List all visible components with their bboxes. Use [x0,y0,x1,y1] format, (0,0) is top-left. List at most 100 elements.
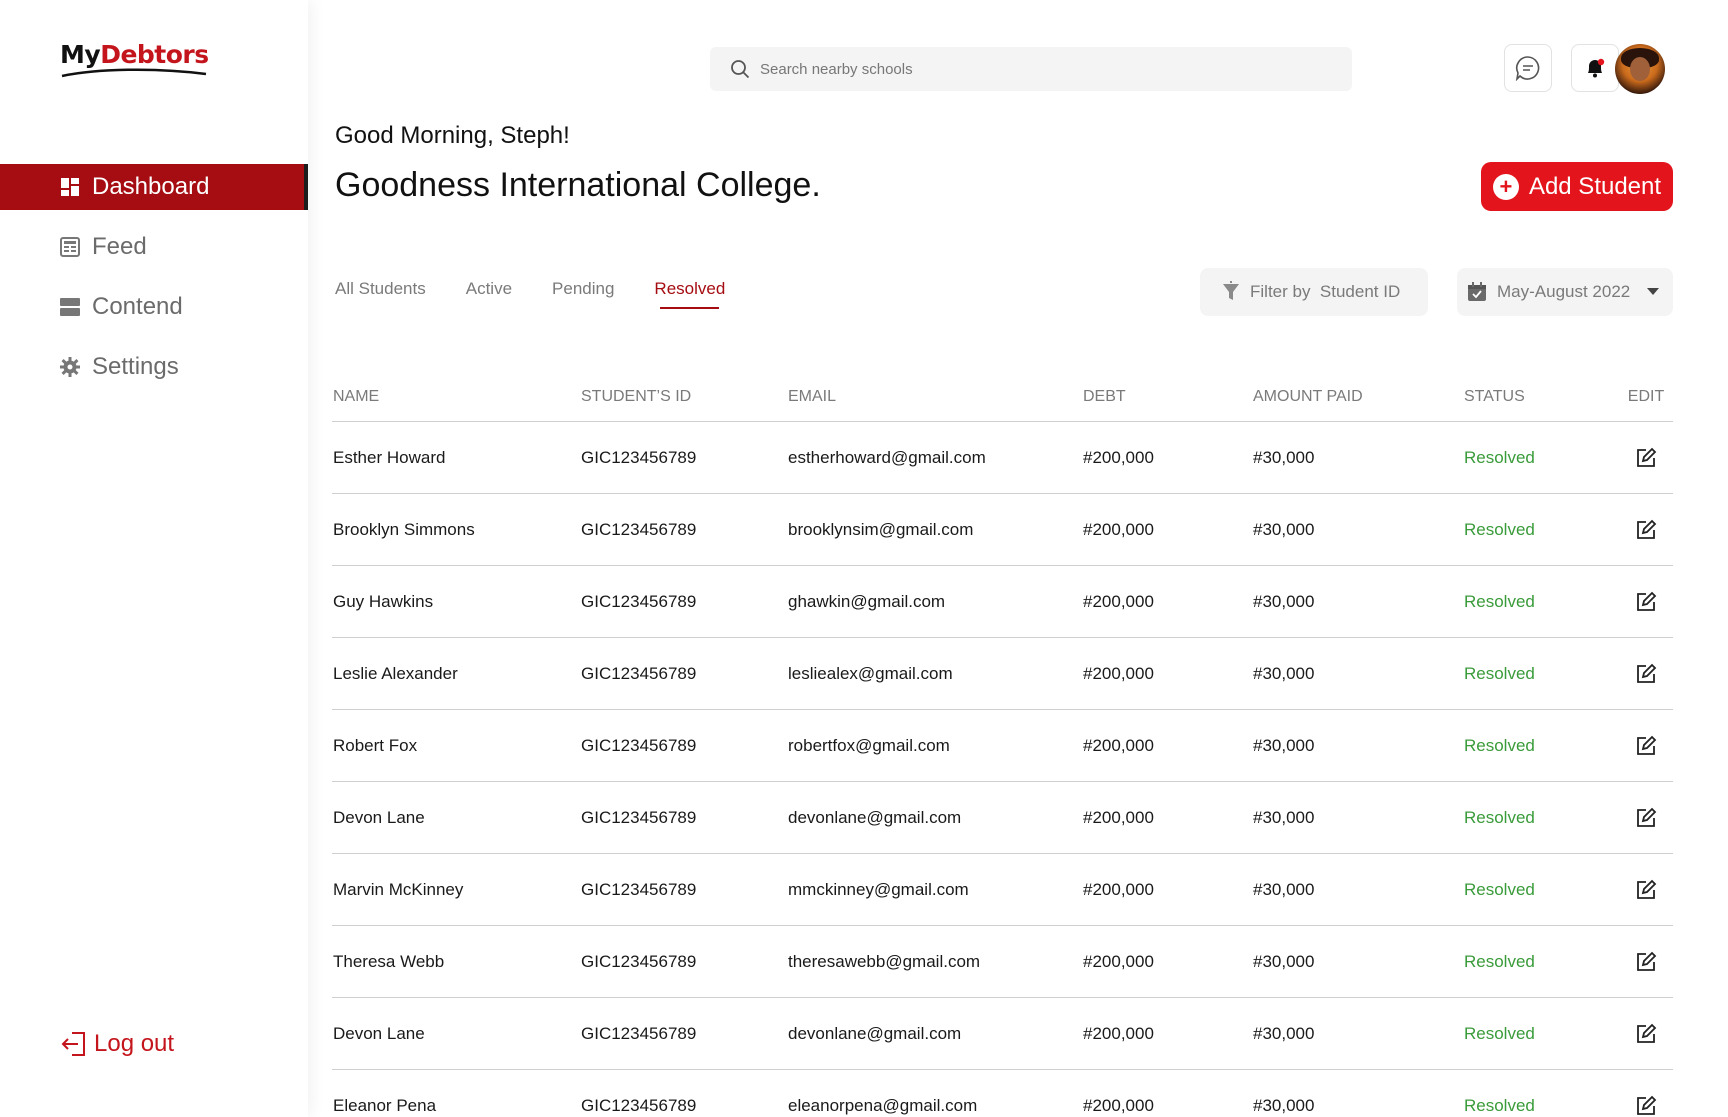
sidebar-item-label: Dashboard [92,173,210,200]
edit-button[interactable] [1635,663,1657,685]
cell-student-id: GIC123456789 [581,1023,697,1043]
edit-icon [1637,951,1657,971]
contend-icon [60,297,80,317]
table-row[interactable]: Guy Hawkins GIC123456789 ghawkin@gmail.c… [332,566,1673,638]
tab-resolved[interactable]: Resolved [654,279,725,309]
cell-name: Marvin McKinney [333,879,464,899]
cell-amount-paid: #30,000 [1253,1095,1315,1115]
cell-student-id: GIC123456789 [581,447,697,467]
edit-button[interactable] [1635,1023,1657,1045]
date-range-select[interactable]: May-August 2022 [1457,268,1673,316]
status-badge: Resolved [1464,447,1535,467]
cell-email[interactable]: brooklynsim@gmail.com [788,520,1083,540]
table-row[interactable]: Theresa Webb GIC123456789 theresawebb@gm… [332,926,1673,998]
cell-name: Theresa Webb [333,951,445,971]
tab-all-students[interactable]: All Students [335,279,426,309]
status-badge: Resolved [1464,1095,1535,1115]
search-input[interactable] [760,60,1320,78]
tab-pending[interactable]: Pending [552,279,614,309]
column-header-amount-paid[interactable]: AMOUNT PAID [1253,388,1464,406]
cell-email[interactable]: estherhoward@gmail.com [788,448,1083,468]
column-header-email[interactable]: EMAIL [788,388,1083,406]
table-header: NAME STUDENT’S ID EMAIL DEBT AMOUNT PAID… [332,372,1673,422]
sidebar-nav: Dashboard Feed Contend Settings [0,164,308,404]
cell-amount-paid: #30,000 [1253,591,1315,611]
status-badge: Resolved [1464,519,1535,539]
cell-email[interactable]: theresawebb@gmail.com [788,952,1083,972]
cell-student-id: GIC123456789 [581,951,697,971]
table-row[interactable]: Brooklyn Simmons GIC123456789 brooklynsi… [332,494,1673,566]
logo-rest: Debtors [100,40,209,69]
column-header-debt[interactable]: DEBT [1083,388,1253,406]
cell-amount-paid: #30,000 [1253,951,1315,971]
filter-by-student-id[interactable]: Filter by Student ID [1200,268,1428,316]
table-row[interactable]: Leslie Alexander GIC123456789 lesliealex… [332,638,1673,710]
column-header-status[interactable]: STATUS [1464,388,1619,406]
status-badge: Resolved [1464,663,1535,683]
column-header-name[interactable]: NAME [332,388,581,406]
messages-button[interactable] [1504,44,1552,92]
sidebar-item-label: Contend [92,293,183,320]
cell-name: Guy Hawkins [333,591,434,611]
feed-icon [60,237,80,257]
edit-icon [1637,447,1657,467]
cell-amount-paid: #30,000 [1253,807,1315,827]
edit-button[interactable] [1635,807,1657,829]
edit-button[interactable] [1635,735,1657,757]
edit-button[interactable] [1635,447,1657,469]
app-logo[interactable]: MyDebtors [60,40,210,90]
cell-student-id: GIC123456789 [581,519,697,539]
table-row[interactable]: Devon Lane GIC123456789 devonlane@gmail.… [332,782,1673,854]
sidebar: MyDebtors Dashboard Feed Contend Setting… [0,0,308,1117]
edit-button[interactable] [1635,951,1657,973]
tab-active[interactable]: Active [466,279,512,309]
filter-label: Filter by Student ID [1250,282,1401,301]
table-row[interactable]: Devon Lane GIC123456789 devonlane@gmail.… [332,998,1673,1070]
cell-name: Leslie Alexander [333,663,458,683]
cell-student-id: GIC123456789 [581,807,697,827]
cell-email[interactable]: eleanorpena@gmail.com [788,1096,1083,1116]
edit-button[interactable] [1635,1095,1657,1117]
cell-debt: #200,000 [1083,519,1154,539]
sidebar-item-label: Settings [92,353,179,380]
cell-debt: #200,000 [1083,591,1154,611]
column-header-student-id[interactable]: STUDENT’S ID [581,388,788,406]
sidebar-item-label: Feed [92,233,147,260]
cell-debt: #200,000 [1083,951,1154,971]
gear-icon [60,357,80,377]
cell-email[interactable]: robertfox@gmail.com [788,736,1083,756]
edit-icon [1637,519,1657,539]
edit-button[interactable] [1635,879,1657,901]
logout-button[interactable]: Log out [60,1030,174,1058]
cell-email[interactable]: devonlane@gmail.com [788,808,1083,828]
cell-debt: #200,000 [1083,1095,1154,1115]
add-student-button[interactable]: + Add Student [1481,162,1673,211]
cell-email[interactable]: lesliealex@gmail.com [788,664,1083,684]
dashboard-icon [60,177,80,197]
table-row[interactable]: Robert Fox GIC123456789 robertfox@gmail.… [332,710,1673,782]
cell-name: Eleanor Pena [333,1095,437,1115]
edit-icon [1637,1095,1657,1115]
date-range-value: May-August 2022 [1497,282,1631,301]
cell-student-id: GIC123456789 [581,879,697,899]
sidebar-item-feed[interactable]: Feed [0,224,308,270]
table-row[interactable]: Marvin McKinney GIC123456789 mmckinney@g… [332,854,1673,926]
logout-icon [61,1032,85,1056]
edit-button[interactable] [1635,519,1657,541]
cell-amount-paid: #30,000 [1253,1023,1315,1043]
notifications-button[interactable] [1571,44,1619,92]
status-badge: Resolved [1464,879,1535,899]
cell-email[interactable]: ghawkin@gmail.com [788,592,1083,612]
table-row[interactable]: Eleanor Pena GIC123456789 eleanorpena@gm… [332,1070,1673,1117]
logo-swoosh-icon [61,68,207,78]
table-row[interactable]: Esther Howard GIC123456789 estherhoward@… [332,422,1673,494]
sidebar-item-settings[interactable]: Settings [0,344,308,390]
sidebar-item-dashboard[interactable]: Dashboard [0,164,308,210]
sidebar-item-contend[interactable]: Contend [0,284,308,330]
cell-email[interactable]: mmckinney@gmail.com [788,880,1083,900]
cell-email[interactable]: devonlane@gmail.com [788,1024,1083,1044]
edit-button[interactable] [1635,591,1657,613]
search-bar[interactable] [710,47,1352,91]
avatar[interactable] [1615,44,1665,94]
calendar-icon [1468,282,1486,301]
